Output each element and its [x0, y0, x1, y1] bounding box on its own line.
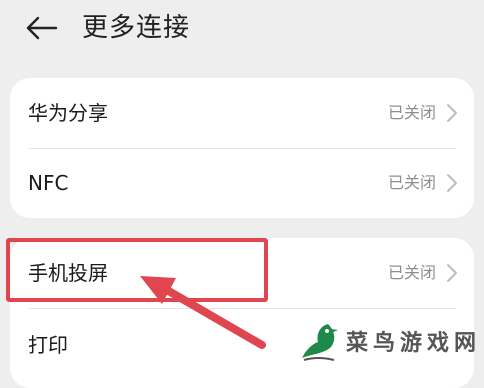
row-status: 已关闭 — [387, 173, 436, 192]
row-label: NFC — [28, 171, 69, 195]
row-divider — [28, 308, 456, 309]
chevron-right-icon — [446, 173, 458, 193]
settings-row-screen-projection[interactable]: 手机投屏 已关闭 — [10, 238, 474, 308]
settings-card-primary: 华为分享 已关闭 NFC 已关闭 — [10, 78, 474, 218]
settings-row-huawei-share[interactable]: 华为分享 已关闭 — [10, 78, 474, 148]
arrow-left-icon — [24, 12, 64, 44]
top-bar: 更多连接 — [0, 0, 484, 58]
chevron-right-icon — [446, 263, 458, 283]
row-status: 已关闭 — [387, 263, 436, 282]
chevron-right-icon — [446, 103, 458, 123]
settings-row-nfc[interactable]: NFC 已关闭 — [10, 148, 474, 218]
back-button[interactable] — [24, 12, 64, 44]
row-label: 华为分享 — [28, 101, 108, 125]
row-label: 手机投屏 — [28, 261, 108, 285]
row-label: 打印 — [28, 333, 68, 357]
page-title: 更多连接 — [82, 13, 191, 43]
settings-card-secondary: 手机投屏 已关闭 打印 — [10, 238, 474, 388]
row-status: 已关闭 — [387, 103, 436, 122]
